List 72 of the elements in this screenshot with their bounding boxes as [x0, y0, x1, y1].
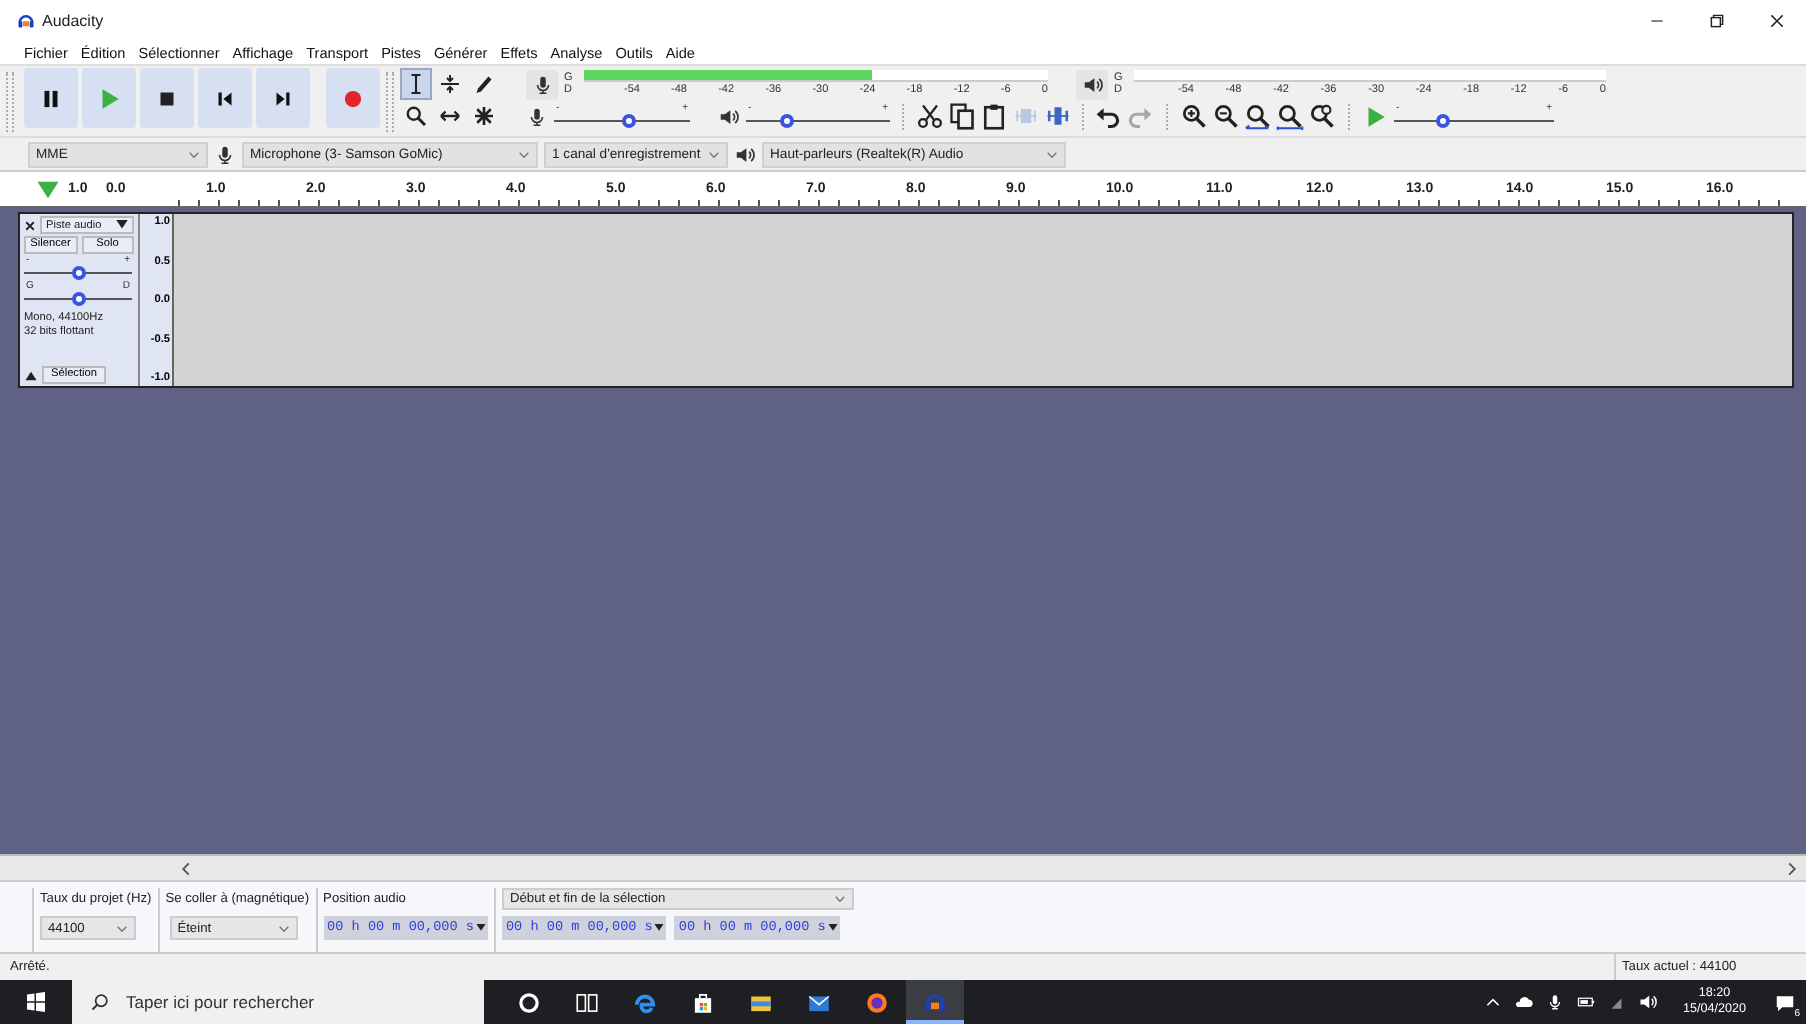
- close-icon[interactable]: [24, 219, 36, 231]
- speaker-icon[interactable]: [718, 105, 740, 127]
- scroll-right-icon[interactable]: [1786, 861, 1798, 875]
- zoom-selection-icon[interactable]: [1244, 102, 1272, 130]
- shopping-bag-icon[interactable]: [690, 989, 716, 1015]
- search-assistant-icon[interactable]: [516, 989, 542, 1015]
- slider-thumb[interactable]: [71, 266, 85, 280]
- speaker-icon: [1081, 73, 1103, 95]
- cloud-icon[interactable]: [1514, 992, 1535, 1012]
- slider-thumb[interactable]: [1435, 114, 1449, 128]
- slider-thumb[interactable]: [71, 292, 85, 306]
- caret-icon: [277, 923, 290, 933]
- pencil-icon: [472, 72, 496, 96]
- caret-icon: [116, 923, 128, 933]
- taskbar-search-field[interactable]: Taper ici pour rechercher: [72, 980, 484, 1024]
- zoom-out-icon[interactable]: [1212, 102, 1240, 130]
- slider-thumb[interactable]: [621, 114, 636, 128]
- caret-icon: [654, 924, 665, 932]
- horizontal-scrollbar[interactable]: [0, 854, 1806, 880]
- microphone-icon[interactable]: [526, 105, 548, 127]
- microphone-icon: [531, 73, 553, 95]
- zoom-icon: [404, 104, 428, 128]
- caret-icon: [833, 894, 846, 904]
- search-icon: [90, 992, 110, 1012]
- close-icon[interactable]: [1767, 11, 1785, 29]
- stop-button[interactable]: [140, 68, 194, 128]
- skip-to-end-button[interactable]: [256, 68, 310, 128]
- tool-button[interactable]: [400, 68, 432, 100]
- undo-icon[interactable]: [1094, 102, 1122, 130]
- caret-icon: [116, 220, 128, 230]
- scissors-icon[interactable]: [916, 102, 944, 130]
- scroll-left-icon[interactable]: [180, 861, 192, 875]
- asterisk-icon: [472, 104, 496, 128]
- record-button[interactable]: [326, 68, 380, 128]
- slider-thumb[interactable]: [779, 114, 794, 128]
- playback-meter-button[interactable]: [1076, 69, 1108, 99]
- speaker-icon: [734, 143, 756, 165]
- zoom-toggle-icon[interactable]: [1308, 102, 1336, 130]
- microphone-icon[interactable]: [1546, 992, 1565, 1012]
- caret-icon: [827, 924, 838, 932]
- gain-slider[interactable]: [24, 266, 132, 280]
- paste-icon[interactable]: [980, 102, 1008, 130]
- copy-icon[interactable]: [948, 102, 976, 130]
- window-title: Audacity: [42, 11, 104, 29]
- notification-icon[interactable]: [1774, 991, 1796, 1013]
- speaker-icon[interactable]: [1638, 992, 1659, 1012]
- fox-browser-icon[interactable]: [864, 989, 890, 1015]
- caret-icon: [518, 149, 530, 159]
- zoom-in-icon[interactable]: [1180, 102, 1208, 130]
- play-head-triangle-icon[interactable]: [36, 179, 60, 199]
- skip-to-start-button[interactable]: [198, 68, 252, 128]
- caret-icon: [475, 924, 486, 932]
- pause-button[interactable]: [24, 68, 78, 128]
- record-meter-button[interactable]: [526, 69, 558, 99]
- restore-icon[interactable]: [1707, 11, 1725, 29]
- collapse-icon[interactable]: [24, 369, 38, 381]
- zoom-fit-icon[interactable]: [1276, 102, 1304, 130]
- caret-icon: [1046, 149, 1058, 159]
- chevron-up-icon[interactable]: [1484, 993, 1503, 1011]
- headphones-logo-icon: [16, 10, 36, 30]
- silence-icon[interactable]: [1044, 102, 1072, 130]
- caret-icon: [188, 149, 200, 159]
- task-view-icon[interactable]: [574, 989, 600, 1015]
- wifi-signal-icon[interactable]: [1608, 993, 1627, 1011]
- browser-e-icon[interactable]: [632, 989, 658, 1015]
- caret-icon: [708, 149, 720, 159]
- pan-slider[interactable]: [24, 292, 132, 306]
- battery-icon[interactable]: [1576, 992, 1597, 1012]
- windows-logo-icon[interactable]: [24, 990, 48, 1014]
- microphone-icon: [214, 143, 236, 165]
- envelope-tool-icon: [438, 72, 462, 96]
- record-icon: [340, 85, 366, 111]
